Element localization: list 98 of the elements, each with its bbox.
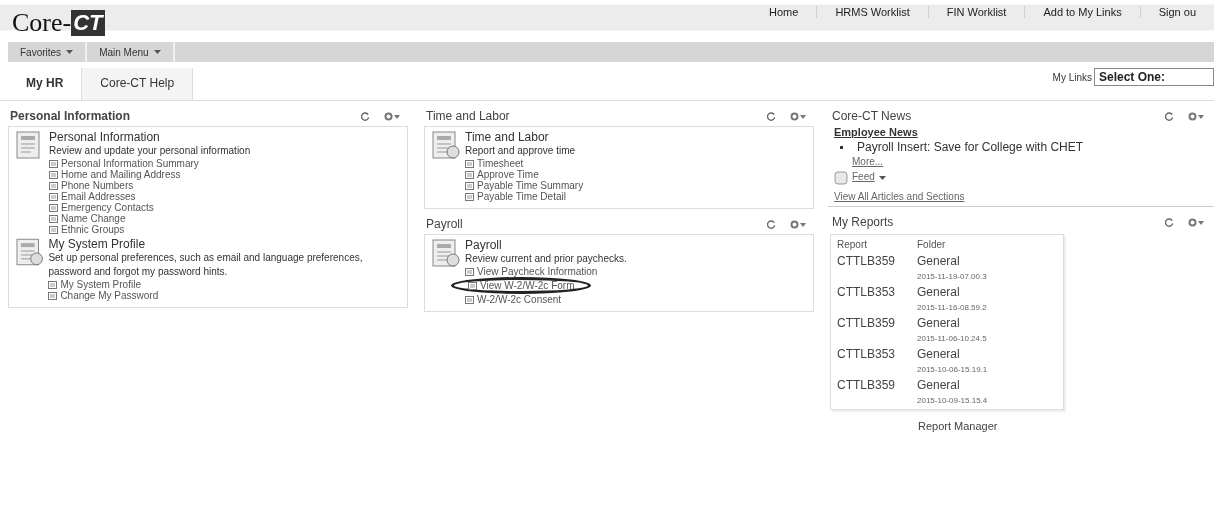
report-name[interactable]: CTTLB353 (837, 347, 917, 361)
section-title[interactable]: My System Profile (48, 237, 401, 251)
report-date: 2015-10-06-15.19.1 (917, 365, 989, 374)
folder-name: General (917, 285, 961, 299)
report-name[interactable]: CTTLB353 (837, 285, 917, 299)
section-description: Review and update your personal information (49, 144, 251, 158)
report-manager-link[interactable]: Report Manager (918, 420, 1214, 432)
refresh-icon[interactable] (767, 111, 776, 121)
link-icon (468, 281, 477, 290)
menu-button[interactable]: Favorites (8, 42, 88, 62)
section-description: Set up personal preferences, such as email and language preferences, password and forgot my password hints. (48, 251, 364, 279)
pagelet-title: Payroll (426, 217, 463, 231)
caret-icon[interactable] (878, 176, 886, 180)
link-icon (48, 291, 58, 300)
view-all-link[interactable]: View All Articles and Sections (834, 191, 965, 202)
section-title[interactable]: Personal Information (49, 130, 251, 144)
section-link[interactable]: Personal Information Summary (49, 158, 199, 169)
news-item[interactable]: Payroll Insert: Save for College with CHET (857, 140, 1084, 154)
caret-icon (66, 50, 74, 54)
section-description: Report and approve time (465, 144, 577, 158)
link-icon (49, 214, 58, 223)
nav-link[interactable]: Sign ou (1139, 6, 1214, 18)
tab[interactable]: Core-CT Help (82, 68, 194, 100)
refresh-icon[interactable] (361, 111, 370, 121)
link-icon (465, 181, 474, 190)
logo-mark: CT (71, 10, 105, 36)
nav-link[interactable]: Add to My Links (1024, 6, 1140, 18)
circled-link[interactable]: View W-2/W-2c Form (451, 277, 592, 294)
document-icon (15, 237, 45, 267)
feed-link[interactable]: Feed (852, 171, 875, 182)
my-links-select[interactable]: Select One: (1094, 68, 1214, 86)
logo-text: Core- (12, 8, 72, 38)
gear-icon[interactable] (1188, 217, 1204, 227)
gear-icon[interactable] (1188, 111, 1204, 121)
section-link[interactable]: Timesheet (465, 158, 524, 169)
link-icon (465, 192, 474, 201)
pagelet-title: Personal Information (10, 109, 131, 123)
report-name[interactable]: CTTLB359 (837, 316, 917, 330)
section-link[interactable]: My System Profile (48, 279, 141, 290)
link-icon (465, 170, 474, 179)
pagelet-title: Core-CT News (832, 109, 912, 123)
refresh-icon[interactable] (1165, 217, 1174, 227)
document-icon (431, 238, 461, 268)
news-heading[interactable]: Employee News (834, 126, 1208, 138)
pagelet-title: Time and Labor (426, 109, 510, 123)
section-link[interactable]: Change My Password (48, 290, 159, 301)
feed-icon (834, 171, 848, 185)
section-link[interactable]: Approve Time (465, 169, 539, 180)
link-icon (49, 170, 58, 179)
pagelet-title: My Reports (832, 215, 894, 229)
link-icon (49, 203, 58, 212)
refresh-icon[interactable] (767, 219, 776, 229)
link-icon (49, 225, 58, 234)
gear-icon[interactable] (384, 111, 400, 121)
report-date: 2015-11-06-10.24.5 (917, 334, 988, 343)
link-icon (465, 267, 474, 276)
report-name[interactable]: CTTLB359 (837, 378, 917, 392)
bullet-icon (840, 146, 843, 149)
folder-name: General (917, 347, 961, 361)
report-name[interactable]: CTTLB359 (837, 254, 917, 268)
section-link[interactable]: Name Change (49, 213, 126, 224)
report-date: 2015-11-16-08.59.2 (917, 303, 988, 312)
section-link[interactable]: Payable Time Detail (465, 191, 566, 202)
section-link[interactable]: Emergency Contacts (49, 202, 154, 213)
section-link[interactable]: W-2/W-2c Consent (465, 294, 562, 305)
report-date: 2015-11-19-07.00.3 (917, 272, 988, 281)
section-link[interactable]: Payable Time Summary (465, 180, 584, 191)
link-icon (48, 280, 58, 289)
document-icon (431, 130, 461, 160)
section-title[interactable]: Time and Labor (465, 130, 584, 144)
nav-link[interactable]: HRMS Worklist (816, 6, 928, 18)
link-icon (49, 192, 58, 201)
folder-name: General (917, 316, 961, 330)
section-description: Review current and prior paychecks. (465, 252, 627, 266)
caret-icon (153, 50, 161, 54)
section-link[interactable]: Ethnic Groups (49, 224, 125, 235)
column-header: Report (837, 239, 868, 250)
folder-name: General (917, 378, 961, 392)
folder-name: General (917, 254, 961, 268)
link-icon (49, 159, 58, 168)
my-links-label: My Links (1052, 71, 1092, 83)
section-title[interactable]: Payroll (465, 238, 627, 252)
menu-button[interactable]: Main Menu (87, 42, 175, 62)
refresh-icon[interactable] (1165, 111, 1174, 121)
section-link[interactable]: Phone Numbers (49, 180, 134, 191)
section-link[interactable]: Email Addresses (49, 191, 136, 202)
link-icon (465, 159, 474, 168)
link-icon (49, 181, 58, 190)
nav-link[interactable]: FIN Worklist (927, 6, 1025, 18)
more-link[interactable]: More... (852, 156, 884, 167)
section-link[interactable]: Home and Mailing Address (49, 169, 181, 180)
gear-icon[interactable] (790, 219, 806, 229)
report-date: 2015-10-09-15.15.4 (917, 396, 989, 405)
column-header: Folder (917, 239, 947, 250)
link-icon (465, 295, 474, 304)
nav-link[interactable]: Home (751, 6, 817, 18)
gear-icon[interactable] (790, 111, 806, 121)
section-link[interactable]: View Paycheck Information (465, 266, 598, 277)
